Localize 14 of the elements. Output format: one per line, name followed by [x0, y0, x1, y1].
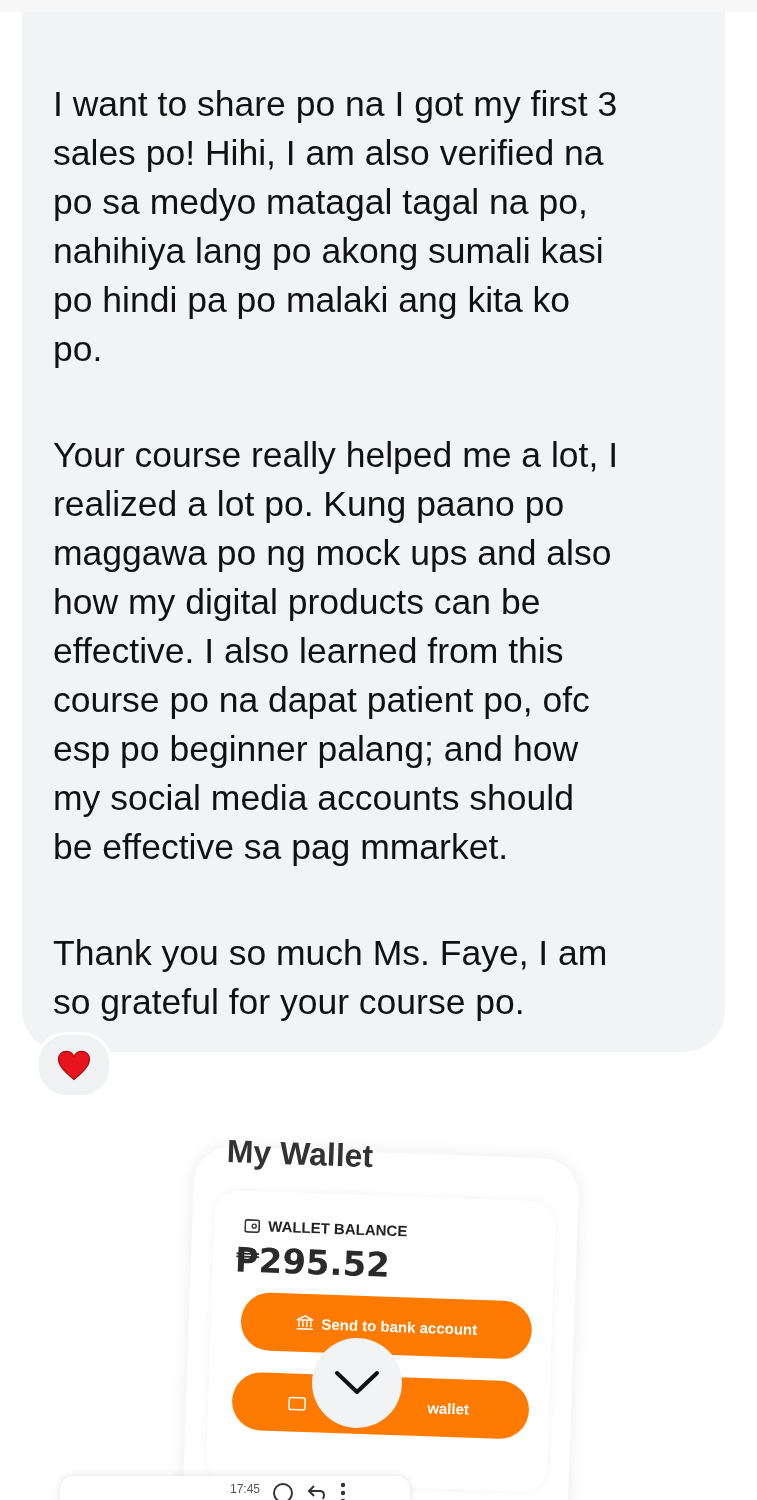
- message-text: Your course really helped me a lot, I realized a lot po. Kung paano po maggawa po ng mock ups and also how my digital products can be effective. I also learned from this course po na dapat patient po, ofc esp po beginner palang; and how my social media accounts should be effective sa pag mmarket.: [53, 434, 620, 869]
- send-to-bank-button[interactable]: Send to bank account: [239, 1291, 533, 1360]
- wallet-icon: [287, 1394, 307, 1411]
- balance-label: WALLET BALANCE: [267, 1217, 408, 1240]
- message-text: Thank you so much Ms. Faye, I am so grateful for your course po.: [53, 932, 609, 1024]
- more-icon[interactable]: [340, 1482, 347, 1500]
- heart-icon: [57, 1049, 91, 1081]
- bank-icon: [295, 1314, 314, 1332]
- wallet-title: My Wallet: [226, 1133, 375, 1177]
- message-time: 17:45: [230, 1482, 261, 1496]
- message-text: I want to share po na I got my first 3 sales po! Hihi, I am also verified na po sa medyo matagal tagal na po, nahihiya lang po akong sumali kasi po hindi pa po malaki ang kita ko po.: [53, 83, 619, 371]
- wallet-icon: [244, 1218, 261, 1233]
- chevron-down-icon: [334, 1370, 380, 1396]
- balance-amount: ₱295.52: [234, 1239, 392, 1287]
